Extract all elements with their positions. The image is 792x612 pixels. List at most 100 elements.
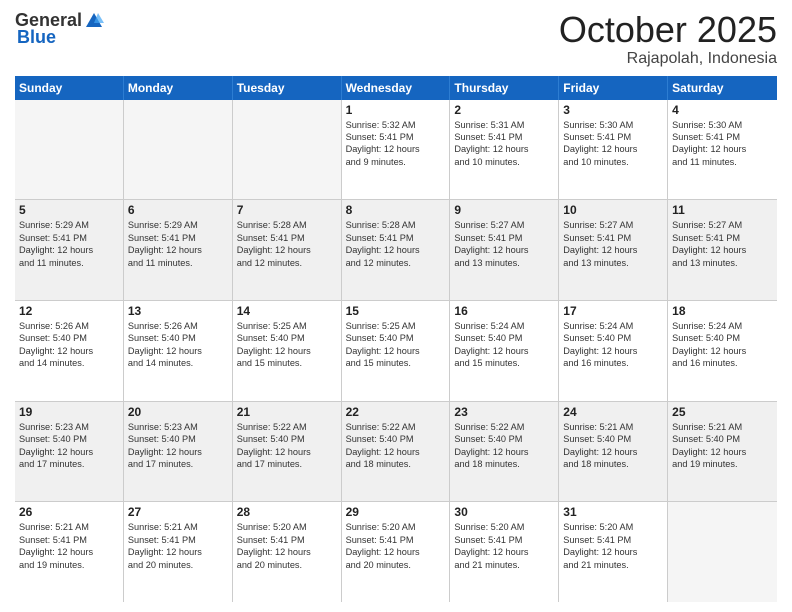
day-number: 10	[563, 203, 663, 217]
day-info: Sunrise: 5:25 AM Sunset: 5:40 PM Dayligh…	[346, 320, 446, 370]
calendar-cell	[668, 502, 777, 602]
day-info: Sunrise: 5:22 AM Sunset: 5:40 PM Dayligh…	[237, 421, 337, 471]
calendar-cell	[124, 100, 233, 200]
day-number: 30	[454, 505, 554, 519]
day-info: Sunrise: 5:23 AM Sunset: 5:40 PM Dayligh…	[19, 421, 119, 471]
header-day-monday: Monday	[124, 76, 233, 100]
header: General Blue October 2025 Rajapolah, Ind…	[15, 10, 777, 68]
day-info: Sunrise: 5:27 AM Sunset: 5:41 PM Dayligh…	[672, 219, 773, 269]
day-number: 2	[454, 103, 554, 117]
calendar-cell: 6 Sunrise: 5:29 AM Sunset: 5:41 PM Daylig…	[124, 200, 233, 300]
day-number: 17	[563, 304, 663, 318]
calendar-cell	[15, 100, 124, 200]
calendar-cell: 8 Sunrise: 5:28 AM Sunset: 5:41 PM Daylig…	[342, 200, 451, 300]
header-day-tuesday: Tuesday	[233, 76, 342, 100]
calendar-cell: 5Sunrise: 5:29 AM Sunset: 5:41 PM Daylig…	[15, 200, 124, 300]
calendar-cell: 21 Sunrise: 5:22 AM Sunset: 5:40 PM Dayli…	[233, 402, 342, 502]
calendar-cell: 1Sunrise: 5:32 AM Sunset: 5:41 PM Daylig…	[342, 100, 451, 200]
calendar-cell: 30 Sunrise: 5:20 AM Sunset: 5:41 PM Dayli…	[450, 502, 559, 602]
day-info: Sunrise: 5:28 AM Sunset: 5:41 PM Dayligh…	[346, 219, 446, 269]
month-title: October 2025	[559, 10, 777, 50]
day-info: Sunrise: 5:21 AM Sunset: 5:40 PM Dayligh…	[563, 421, 663, 471]
day-number: 26	[19, 505, 119, 519]
day-number: 29	[346, 505, 446, 519]
day-info: Sunrise: 5:27 AM Sunset: 5:41 PM Dayligh…	[454, 219, 554, 269]
day-number: 7	[237, 203, 337, 217]
day-info: Sunrise: 5:31 AM Sunset: 5:41 PM Dayligh…	[454, 119, 554, 169]
day-number: 1	[346, 103, 446, 117]
day-info: Sunrise: 5:21 AM Sunset: 5:41 PM Dayligh…	[128, 521, 228, 571]
calendar-cell: 14Sunrise: 5:25 AM Sunset: 5:40 PM Dayli…	[233, 301, 342, 401]
day-number: 4	[672, 103, 773, 117]
calendar-cell: 25Sunrise: 5:21 AM Sunset: 5:40 PM Dayli…	[668, 402, 777, 502]
calendar-cell: 15 Sunrise: 5:25 AM Sunset: 5:40 PM Dayli…	[342, 301, 451, 401]
calendar-cell: 10 Sunrise: 5:27 AM Sunset: 5:41 PM Dayli…	[559, 200, 668, 300]
calendar-header: SundayMondayTuesdayWednesdayThursdayFrid…	[15, 76, 777, 100]
logo-blue-text: Blue	[17, 27, 56, 48]
day-info: Sunrise: 5:24 AM Sunset: 5:40 PM Dayligh…	[563, 320, 663, 370]
calendar-row: 26 Sunrise: 5:21 AM Sunset: 5:41 PM Dayli…	[15, 502, 777, 602]
day-number: 23	[454, 405, 554, 419]
calendar-cell: 2 Sunrise: 5:31 AM Sunset: 5:41 PM Daylig…	[450, 100, 559, 200]
calendar-cell: 16 Sunrise: 5:24 AM Sunset: 5:40 PM Dayli…	[450, 301, 559, 401]
day-number: 15	[346, 304, 446, 318]
day-info: Sunrise: 5:20 AM Sunset: 5:41 PM Dayligh…	[237, 521, 337, 571]
calendar-cell: 28Sunrise: 5:20 AM Sunset: 5:41 PM Dayli…	[233, 502, 342, 602]
day-info: Sunrise: 5:22 AM Sunset: 5:40 PM Dayligh…	[454, 421, 554, 471]
calendar-row: 19 Sunrise: 5:23 AM Sunset: 5:40 PM Dayli…	[15, 402, 777, 503]
calendar-row: 12Sunrise: 5:26 AM Sunset: 5:40 PM Dayli…	[15, 301, 777, 402]
location: Rajapolah, Indonesia	[559, 50, 777, 68]
day-number: 6	[128, 203, 228, 217]
day-info: Sunrise: 5:20 AM Sunset: 5:41 PM Dayligh…	[563, 521, 663, 571]
calendar-cell: 18 Sunrise: 5:24 AM Sunset: 5:40 PM Dayli…	[668, 301, 777, 401]
header-day-sunday: Sunday	[15, 76, 124, 100]
day-info: Sunrise: 5:24 AM Sunset: 5:40 PM Dayligh…	[672, 320, 773, 370]
calendar-cell: 3 Sunrise: 5:30 AM Sunset: 5:41 PM Daylig…	[559, 100, 668, 200]
calendar-cell: 7 Sunrise: 5:28 AM Sunset: 5:41 PM Daylig…	[233, 200, 342, 300]
calendar-cell: 26 Sunrise: 5:21 AM Sunset: 5:41 PM Dayli…	[15, 502, 124, 602]
day-number: 20	[128, 405, 228, 419]
day-number: 18	[672, 304, 773, 318]
day-number: 13	[128, 304, 228, 318]
calendar-cell: 29 Sunrise: 5:20 AM Sunset: 5:41 PM Dayli…	[342, 502, 451, 602]
calendar-row: 1Sunrise: 5:32 AM Sunset: 5:41 PM Daylig…	[15, 100, 777, 201]
day-info: Sunrise: 5:26 AM Sunset: 5:40 PM Dayligh…	[128, 320, 228, 370]
day-info: Sunrise: 5:20 AM Sunset: 5:41 PM Dayligh…	[346, 521, 446, 571]
title-block: October 2025 Rajapolah, Indonesia	[559, 10, 777, 68]
day-number: 22	[346, 405, 446, 419]
day-number: 31	[563, 505, 663, 519]
day-info: Sunrise: 5:30 AM Sunset: 5:41 PM Dayligh…	[563, 119, 663, 169]
calendar-cell: 17 Sunrise: 5:24 AM Sunset: 5:40 PM Dayli…	[559, 301, 668, 401]
calendar-cell: 22 Sunrise: 5:22 AM Sunset: 5:40 PM Dayli…	[342, 402, 451, 502]
day-number: 8	[346, 203, 446, 217]
day-info: Sunrise: 5:29 AM Sunset: 5:41 PM Dayligh…	[128, 219, 228, 269]
day-info: Sunrise: 5:20 AM Sunset: 5:41 PM Dayligh…	[454, 521, 554, 571]
day-number: 9	[454, 203, 554, 217]
day-info: Sunrise: 5:29 AM Sunset: 5:41 PM Dayligh…	[19, 219, 119, 269]
calendar-cell: 23 Sunrise: 5:22 AM Sunset: 5:40 PM Dayli…	[450, 402, 559, 502]
calendar-cell: 12Sunrise: 5:26 AM Sunset: 5:40 PM Dayli…	[15, 301, 124, 401]
day-info: Sunrise: 5:27 AM Sunset: 5:41 PM Dayligh…	[563, 219, 663, 269]
day-number: 21	[237, 405, 337, 419]
day-info: Sunrise: 5:24 AM Sunset: 5:40 PM Dayligh…	[454, 320, 554, 370]
header-day-wednesday: Wednesday	[342, 76, 451, 100]
calendar-body: 1Sunrise: 5:32 AM Sunset: 5:41 PM Daylig…	[15, 100, 777, 602]
day-info: Sunrise: 5:22 AM Sunset: 5:40 PM Dayligh…	[346, 421, 446, 471]
day-number: 24	[563, 405, 663, 419]
day-info: Sunrise: 5:21 AM Sunset: 5:41 PM Dayligh…	[19, 521, 119, 571]
logo: General Blue	[15, 10, 104, 48]
day-number: 19	[19, 405, 119, 419]
header-day-thursday: Thursday	[450, 76, 559, 100]
calendar-cell	[233, 100, 342, 200]
day-number: 25	[672, 405, 773, 419]
calendar-cell: 27 Sunrise: 5:21 AM Sunset: 5:41 PM Dayli…	[124, 502, 233, 602]
logo-icon	[84, 11, 104, 31]
day-number: 14	[237, 304, 337, 318]
day-number: 16	[454, 304, 554, 318]
calendar-cell: 11Sunrise: 5:27 AM Sunset: 5:41 PM Dayli…	[668, 200, 777, 300]
day-number: 3	[563, 103, 663, 117]
header-day-friday: Friday	[559, 76, 668, 100]
day-number: 27	[128, 505, 228, 519]
day-info: Sunrise: 5:28 AM Sunset: 5:41 PM Dayligh…	[237, 219, 337, 269]
calendar-cell: 9 Sunrise: 5:27 AM Sunset: 5:41 PM Daylig…	[450, 200, 559, 300]
